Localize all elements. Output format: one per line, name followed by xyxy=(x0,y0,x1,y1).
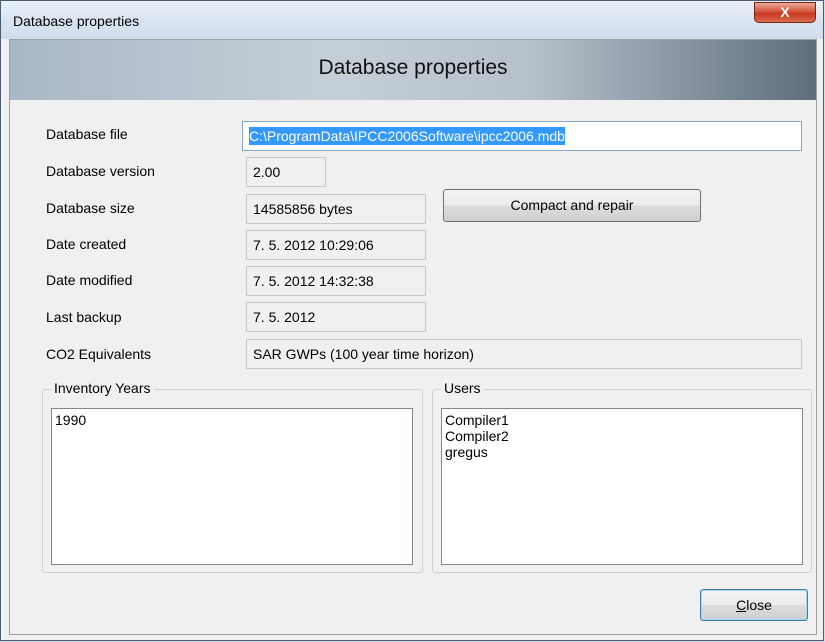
date-created-label: Date created xyxy=(46,236,127,252)
last-backup-label: Last backup xyxy=(46,309,122,325)
dialog-body: Database properties Database file C:\Pro… xyxy=(9,39,817,635)
inventory-years-group: Inventory Years 1990 xyxy=(42,380,423,573)
close-button[interactable]: Close xyxy=(700,589,808,621)
users-title: Users xyxy=(441,380,484,396)
date-created-field: 7. 5. 2012 10:29:06 xyxy=(246,230,426,260)
list-item[interactable]: 1990 xyxy=(55,412,409,428)
inventory-years-list[interactable]: 1990 xyxy=(51,408,413,565)
date-modified-label: Date modified xyxy=(46,272,133,288)
users-group: Users Compiler1 Compiler2 gregus xyxy=(432,380,812,573)
close-button-accel: C xyxy=(736,597,747,613)
database-size-field: 14585856 bytes xyxy=(246,194,426,224)
database-file-field[interactable]: C:\ProgramData\IPCC2006Software\ipcc2006… xyxy=(242,121,802,151)
last-backup-field: 7. 5. 2012 xyxy=(246,302,426,332)
window-close-button[interactable]: X xyxy=(754,2,816,23)
window-title: Database properties xyxy=(13,13,140,29)
database-file-value: C:\ProgramData\IPCC2006Software\ipcc2006… xyxy=(249,127,565,145)
database-file-label: Database file xyxy=(46,126,128,142)
inventory-years-title: Inventory Years xyxy=(51,380,154,396)
date-modified-field: 7. 5. 2012 14:32:38 xyxy=(246,266,426,296)
database-version-field: 2.00 xyxy=(246,157,326,187)
title-bar[interactable]: Database properties X xyxy=(1,1,823,39)
list-item[interactable]: Compiler1 xyxy=(445,412,799,428)
list-item[interactable]: gregus xyxy=(445,444,799,460)
co2-equivalents-field: SAR GWPs (100 year time horizon) xyxy=(246,339,802,369)
database-version-label: Database version xyxy=(46,163,155,179)
list-item[interactable]: Compiler2 xyxy=(445,428,799,444)
users-list[interactable]: Compiler1 Compiler2 gregus xyxy=(441,408,803,565)
database-size-label: Database size xyxy=(46,200,135,216)
close-icon: X xyxy=(780,4,790,20)
co2-equivalents-label: CO2 Equivalents xyxy=(46,346,152,362)
database-properties-window: Database properties X Database propertie… xyxy=(0,0,824,641)
compact-and-repair-button[interactable]: Compact and repair xyxy=(443,189,701,222)
close-button-label: lose xyxy=(746,597,772,613)
page-title: Database properties xyxy=(318,56,508,79)
header-banner: Database properties xyxy=(10,40,816,100)
